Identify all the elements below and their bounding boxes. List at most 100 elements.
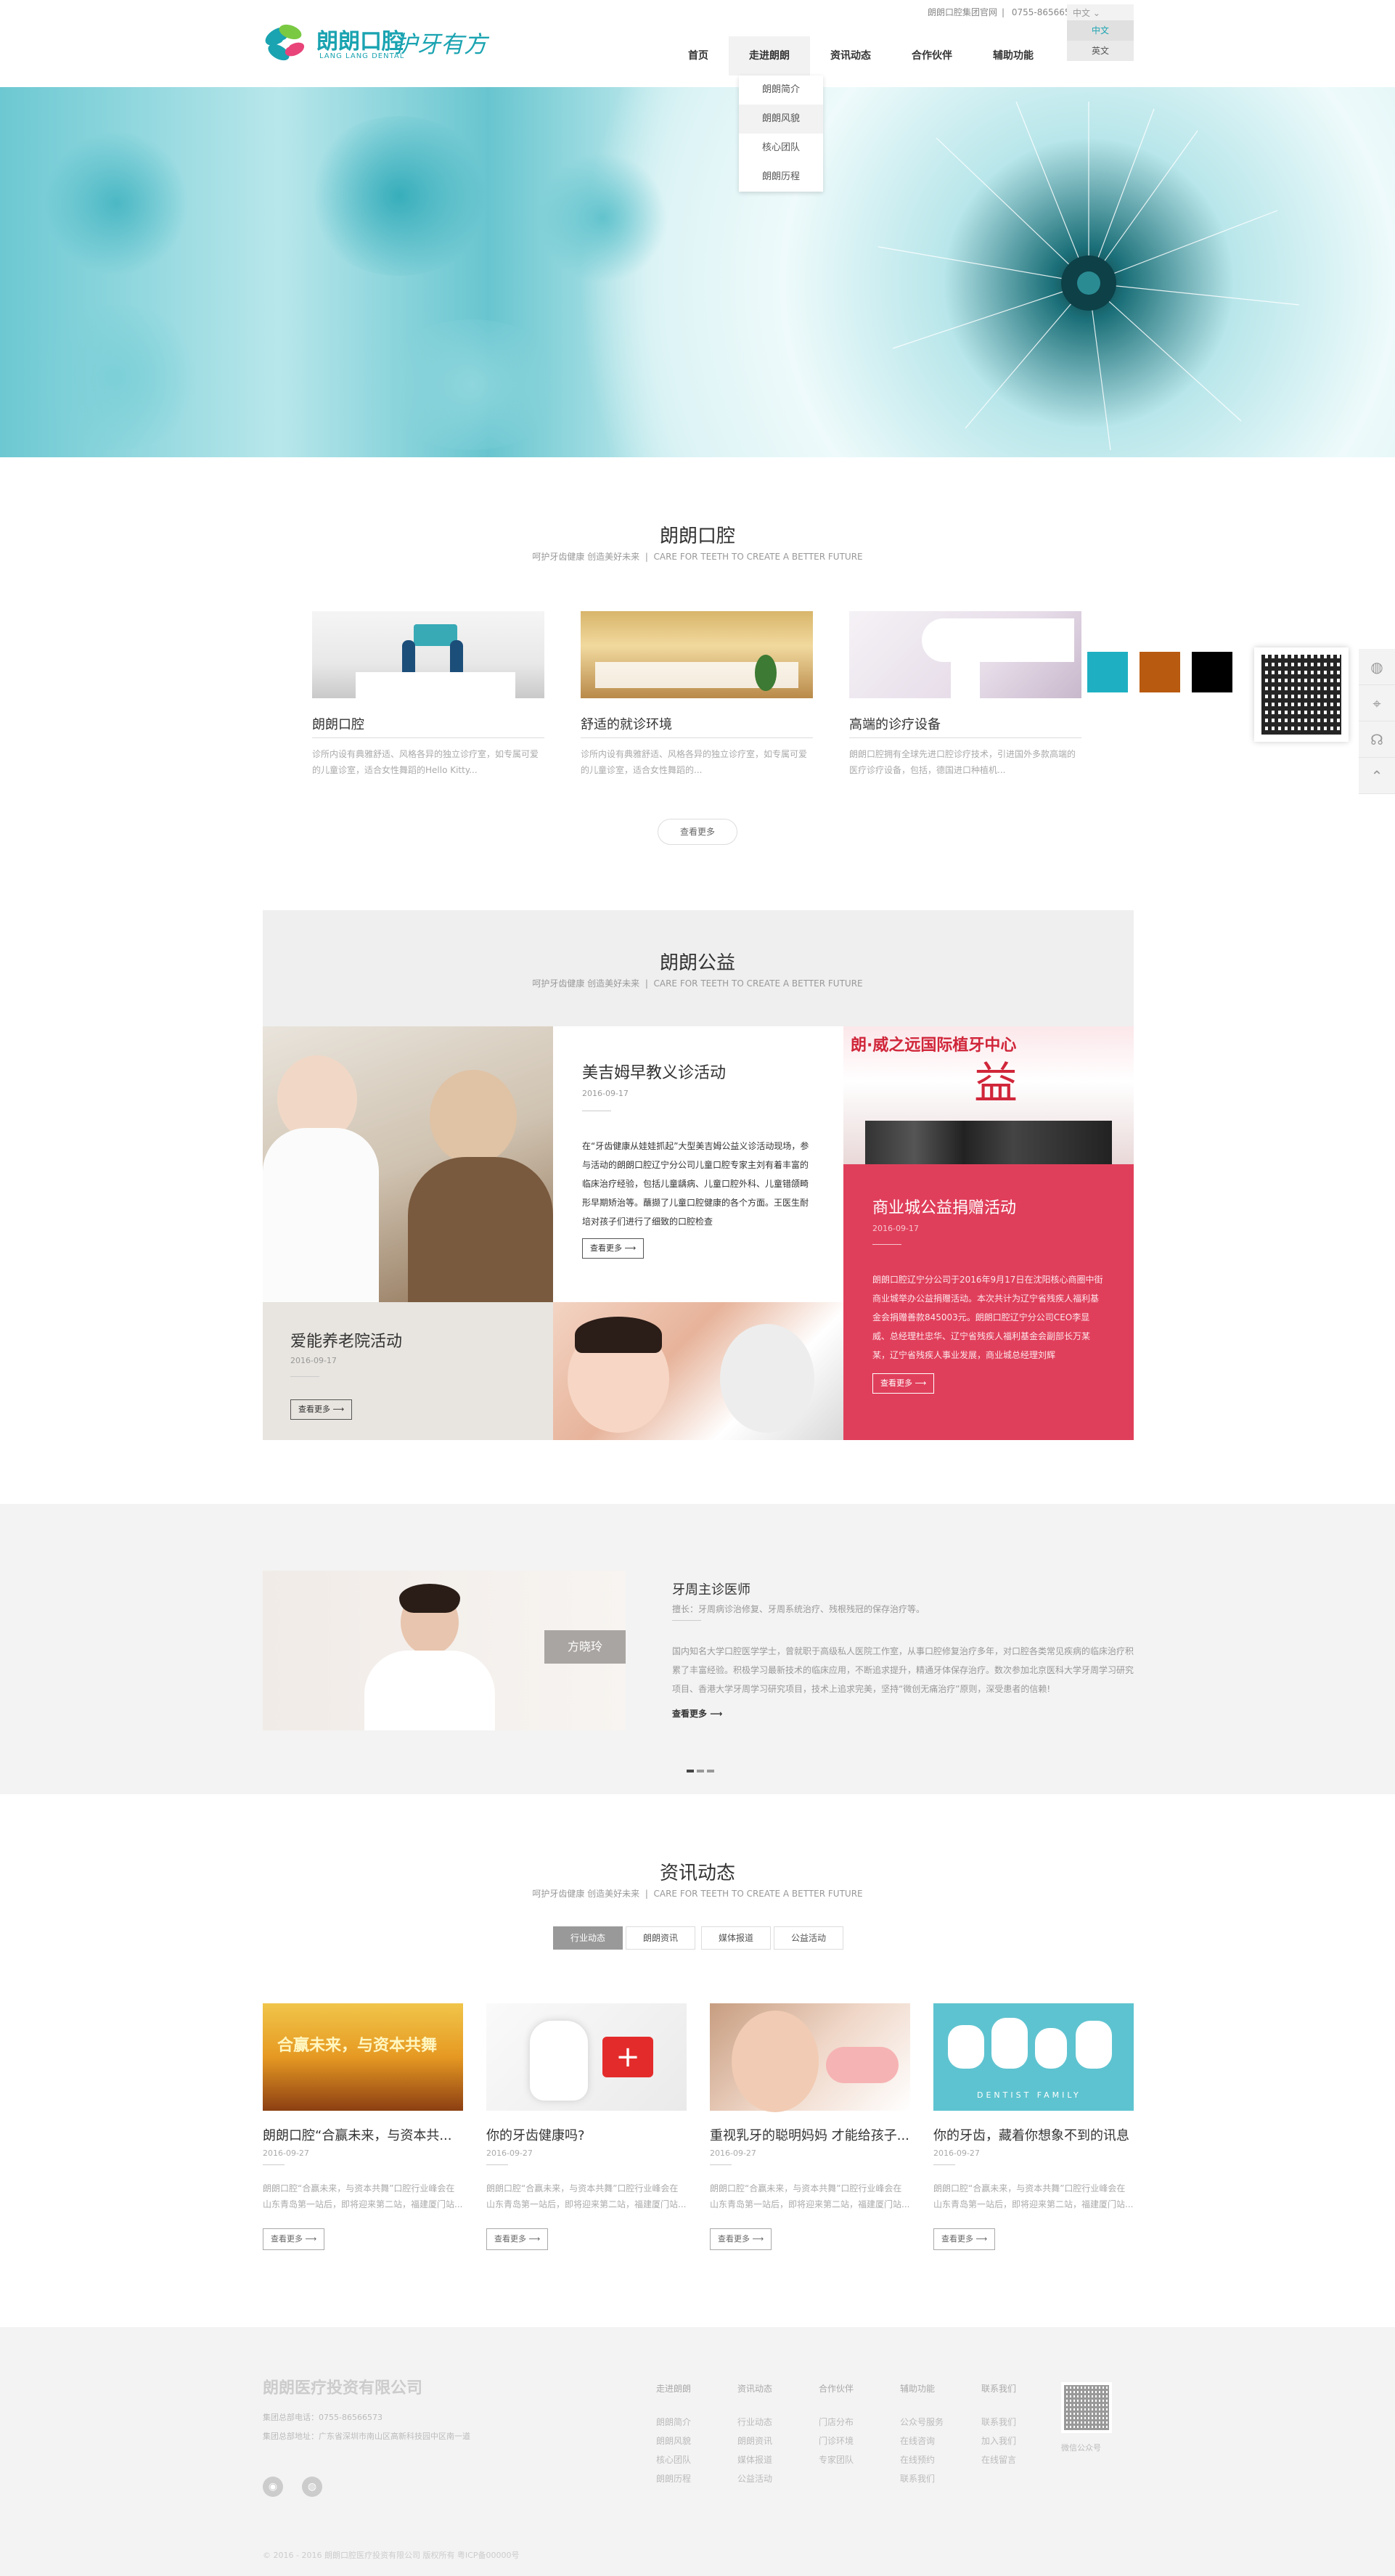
news-title-1[interactable]: 朗朗口腔“合赢未来，与资本共... [263, 2125, 463, 2144]
doctor-photo[interactable]: 方晓玲 [263, 1571, 626, 1730]
nav-tools[interactable]: 辅助功能 [973, 36, 1054, 75]
news-image-2[interactable]: + [486, 2003, 687, 2111]
footer-col-contact: 联系我们 联系我们 加入我们 在线留言 [981, 2379, 1016, 2469]
footer-link[interactable]: 核心团队 [656, 2450, 691, 2469]
welfare-item3-more-button[interactable]: 查看更多 ⟶ [872, 1373, 935, 1394]
footer-link[interactable]: 朗朗简介 [656, 2413, 691, 2432]
welfare-item3-title[interactable]: 商业城公益捐赠活动 [872, 1195, 1016, 1218]
news-title-2[interactable]: 你的牙齿健康吗? [486, 2125, 687, 2144]
news-more-button[interactable]: 查看更多 ⟶ [933, 2228, 996, 2250]
bokeh-blur [44, 131, 189, 276]
footer-col-head[interactable]: 走进朗朗 [656, 2379, 691, 2398]
wechat-icon[interactable]: ◍ [1359, 649, 1395, 685]
tab-welfare[interactable]: 公益活动 [774, 1926, 843, 1950]
lang-current[interactable]: 中文 ⌄ [1067, 4, 1134, 20]
footer-link[interactable]: 加入我们 [981, 2432, 1016, 2450]
news-title-3[interactable]: 重视乳牙的聪明妈妈 才能给孩子... [710, 2125, 910, 2144]
child-checkup-photo[interactable] [553, 1302, 843, 1440]
color-swatch-teal[interactable] [1087, 652, 1128, 692]
doctor-slider-dots [687, 1770, 714, 1772]
doctor-more-link[interactable]: 查看更多 ⟶ [672, 1707, 722, 1720]
footer-link[interactable]: 朗朗资讯 [737, 2432, 772, 2450]
nav-about[interactable]: 走进朗朗 [729, 36, 810, 75]
footer-col-head[interactable]: 联系我们 [981, 2379, 1016, 2398]
donation-event-photo[interactable]: 朗·威之远国际植牙中心 益 [843, 1026, 1134, 1164]
welfare-item2-title[interactable]: 爱能养老院活动 [290, 1328, 402, 1352]
hero-banner[interactable] [0, 87, 1395, 457]
tab-media[interactable]: 媒体报道 [701, 1926, 771, 1950]
footer-link[interactable]: 媒体报道 [737, 2450, 772, 2469]
footer-link[interactable]: 联系我们 [900, 2469, 944, 2488]
news-image-4[interactable]: DENTIST FAMILY [933, 2003, 1134, 2111]
color-swatch-black[interactable] [1192, 652, 1232, 692]
card-desc: 诊所内设有典雅舒适、风格各异的独立诊疗室，如专属可爱的儿童诊室，适合女性舞蹈的H… [312, 749, 539, 775]
footer-col-head[interactable]: 合作伙伴 [819, 2379, 854, 2398]
footer-link[interactable]: 公益活动 [737, 2469, 772, 2488]
language-selector[interactable]: 中文 ⌄ 中文 英文 [1067, 4, 1134, 62]
footer-phone: 集团总部电话：0755-86566573 [263, 2413, 382, 2422]
footer-col-head[interactable]: 资讯动态 [737, 2379, 772, 2398]
card-title[interactable]: 高端的诊疗设备 [849, 714, 941, 733]
dropdown-item-intro[interactable]: 朗朗简介 [739, 75, 823, 105]
about-more-button[interactable]: 查看更多 [658, 819, 737, 845]
lang-option-chinese[interactable]: 中文 [1067, 20, 1134, 41]
welfare-item1-text: 在“牙齿健康从娃娃抓起”大型美吉姆公益义诊活动现场，参与活动的朗朗口腔辽宁分公司… [582, 1141, 809, 1227]
divider [710, 2164, 732, 2165]
dropdown-item-history[interactable]: 朗朗历程 [739, 163, 823, 192]
wechat-icon[interactable]: ◍ [302, 2477, 322, 2497]
location-icon[interactable]: ⌖ [1359, 685, 1395, 721]
nav-home[interactable]: 首页 [668, 36, 729, 75]
footer-link[interactable]: 行业动态 [737, 2413, 772, 2432]
news-image-4-text: DENTIST FAMILY [977, 2090, 1081, 2100]
logo-text[interactable]: 朗朗口腔 [316, 23, 404, 55]
qr-code-icon [1261, 655, 1341, 735]
footer-link[interactable]: 在线留言 [981, 2450, 1016, 2469]
footer-link[interactable]: 公众号服务 [900, 2413, 944, 2432]
news-more-button[interactable]: 查看更多 ⟶ [486, 2228, 549, 2250]
news-image-1[interactable]: 合赢未来，与资本共舞 [263, 2003, 463, 2111]
arrow-right-icon: ⟶ [975, 2234, 988, 2244]
lang-option-english[interactable]: 英文 [1067, 41, 1134, 61]
news-more-button[interactable]: 查看更多 ⟶ [263, 2228, 325, 2250]
headset-icon[interactable]: ☊ [1359, 721, 1395, 758]
logo-flower-icon[interactable] [263, 20, 314, 68]
doctor-figure [720, 1324, 814, 1433]
footer-link[interactable]: 门店分布 [819, 2413, 854, 2432]
news-more-button[interactable]: 查看更多 ⟶ [710, 2228, 772, 2250]
slider-dot[interactable] [697, 1770, 704, 1772]
dropdown-item-team[interactable]: 核心团队 [739, 134, 823, 163]
nav-partners[interactable]: 合作伙伴 [891, 36, 973, 75]
group-site-link[interactable]: 朗朗口腔集团官网 [928, 7, 997, 17]
footer-link[interactable]: 在线预约 [900, 2450, 944, 2469]
site-footer [0, 2327, 1395, 2576]
slider-dot[interactable] [707, 1770, 714, 1772]
tab-langlang-news[interactable]: 朗朗资讯 [626, 1926, 695, 1950]
dentist-elderly-photo[interactable] [263, 1026, 553, 1302]
footer-link[interactable]: 联系我们 [981, 2413, 1016, 2432]
footer-link[interactable]: 专家团队 [819, 2450, 854, 2469]
card-title[interactable]: 朗朗口腔 [312, 714, 364, 733]
footer-link[interactable]: 朗朗历程 [656, 2469, 691, 2488]
color-swatch-brown[interactable] [1140, 652, 1180, 692]
footer-link[interactable]: 门诊环境 [819, 2432, 854, 2450]
nav-news[interactable]: 资讯动态 [810, 36, 891, 75]
side-toolbar: ◍ ⌖ ☊ ⌃ [1359, 649, 1395, 794]
footer-link[interactable]: 朗朗风貌 [656, 2432, 691, 2450]
welfare-item1-more-button[interactable]: 查看更多 ⟶ [582, 1238, 645, 1259]
news-image-3[interactable] [710, 2003, 910, 2112]
tab-industry[interactable]: 行业动态 [553, 1926, 623, 1950]
dropdown-item-style[interactable]: 朗朗风貌 [739, 105, 823, 134]
bokeh-blur [29, 305, 203, 450]
clinic-environment-photo[interactable] [581, 611, 813, 698]
footer-link[interactable]: 在线咨询 [900, 2432, 944, 2450]
back-to-top-icon[interactable]: ⌃ [1359, 758, 1395, 794]
news-title-4[interactable]: 你的牙齿，藏着你想象不到的讯息 [933, 2125, 1134, 2144]
equipment-photo[interactable] [849, 611, 1081, 698]
slider-dot[interactable] [687, 1770, 694, 1772]
welfare-item1-title[interactable]: 美吉姆早教义诊活动 [582, 1060, 726, 1083]
footer-col-head[interactable]: 辅助功能 [900, 2379, 944, 2398]
card-title[interactable]: 舒适的就诊环境 [581, 714, 672, 733]
welfare-item2-more-button[interactable]: 查看更多 ⟶ [290, 1399, 353, 1420]
weibo-icon[interactable]: ◉ [263, 2477, 283, 2497]
reception-photo[interactable] [312, 611, 544, 698]
